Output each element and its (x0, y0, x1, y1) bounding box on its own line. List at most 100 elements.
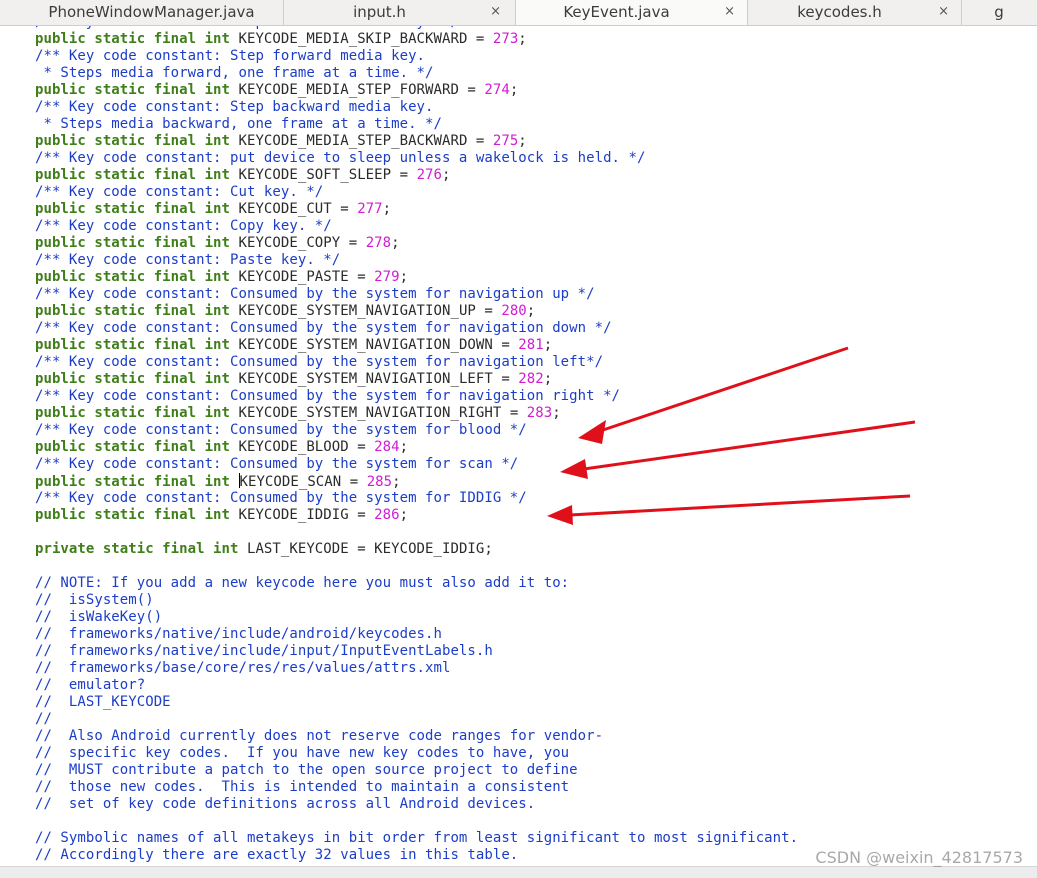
code-line[interactable]: /** Key code constant: Consumed by the s… (35, 320, 798, 337)
code-line[interactable]: public static final int KEYCODE_SYSTEM_N… (35, 303, 798, 320)
comment: /** Key code constant: Consumed by the s… (35, 354, 604, 370)
code-line[interactable]: // frameworks/native/include/input/Input… (35, 643, 798, 660)
number-literal: 277 (357, 201, 383, 217)
code-line[interactable]: // MUST contribute a patch to the open s… (35, 762, 798, 779)
code-line[interactable]: public static final int KEYCODE_BLOOD = … (35, 439, 798, 456)
code-line[interactable]: // isSystem() (35, 592, 798, 609)
code-line[interactable]: public static final int KEYCODE_COPY = 2… (35, 235, 798, 252)
comment: /** Key code constant: Consumed by the s… (35, 456, 519, 472)
comment: // frameworks/native/include/android/key… (35, 626, 442, 642)
code-line[interactable]: /** Key code constant: Step backward med… (35, 99, 798, 116)
comment: // MUST contribute a patch to the open s… (35, 762, 578, 778)
code-line[interactable] (35, 558, 798, 575)
code-line[interactable]: public static final int KEYCODE_MEDIA_ST… (35, 82, 798, 99)
code-line[interactable]: /** Key code constant: Copy key. */ (35, 218, 798, 235)
close-icon[interactable]: × (938, 4, 949, 20)
code-text: ; (382, 201, 392, 217)
code-line[interactable]: // frameworks/base/core/res/res/values/a… (35, 660, 798, 677)
code-text: ; (552, 405, 561, 421)
code-line[interactable]: // LAST_KEYCODE (35, 694, 798, 711)
code-text: KEYCODE_SYSTEM_NAVIGATION_RIGHT = (230, 405, 527, 421)
comment: /** Key code constant: Step backward med… (35, 99, 434, 115)
keyword: public static final int (35, 269, 231, 285)
code-line[interactable]: /** Key code constant: Consumed by the s… (35, 354, 798, 371)
code-line[interactable]: // (35, 711, 798, 728)
code-line[interactable]: // isWakeKey() (35, 609, 798, 626)
code-line[interactable]: public static final int KEYCODE_MEDIA_SK… (35, 31, 798, 48)
source-code[interactable]: /** Key code constant: Skip backward med… (35, 26, 798, 864)
code-editor[interactable]: /** Key code constant: Skip backward med… (0, 26, 1037, 866)
code-line[interactable]: public static final int KEYCODE_SYSTEM_N… (35, 371, 798, 388)
comment: /** Key code constant: put device to sle… (35, 150, 646, 166)
comment: // Accordingly there are exactly 32 valu… (35, 847, 519, 863)
number-literal: 276 (416, 167, 442, 183)
code-line[interactable]: // those new codes. This is intended to … (35, 779, 798, 796)
code-text: KEYCODE_IDDIG = (230, 507, 375, 523)
code-line[interactable]: /** Key code constant: Consumed by the s… (35, 286, 798, 303)
number-literal: 279 (374, 269, 400, 285)
code-text: KEYCODE_PASTE = (230, 269, 375, 285)
close-icon[interactable]: × (724, 4, 735, 20)
code-line[interactable]: /** Key code constant: Consumed by the s… (35, 388, 798, 405)
code-line[interactable]: // NOTE: If you add a new keycode here y… (35, 575, 798, 592)
code-line[interactable]: // frameworks/native/include/android/key… (35, 626, 798, 643)
close-icon[interactable]: × (490, 4, 501, 20)
keyword: public static final int (35, 439, 231, 455)
code-text: ; (399, 269, 409, 285)
code-line[interactable]: public static final int KEYCODE_PASTE = … (35, 269, 798, 286)
code-line[interactable]: /** Key code constant: Paste key. */ (35, 252, 798, 269)
comment: // Symbolic names of all metakeys in bit… (35, 830, 799, 846)
comment: // emulator? (35, 677, 146, 693)
keyword: public static final int (35, 371, 231, 387)
tab-phonewindowmanager[interactable]: PhoneWindowManager.java (0, 0, 284, 25)
code-line[interactable]: public static final int KEYCODE_SOFT_SLE… (35, 167, 798, 184)
code-line[interactable]: // emulator? (35, 677, 798, 694)
code-text: ; (518, 31, 527, 47)
comment: /** Key code constant: Consumed by the s… (35, 286, 595, 302)
code-line[interactable] (35, 524, 798, 541)
tab-overflow[interactable]: g (962, 0, 1037, 25)
comment: * Steps media backward, one frame at a t… (35, 116, 442, 132)
code-line[interactable]: /** Key code constant: Cut key. */ (35, 184, 798, 201)
code-text: ; (518, 133, 527, 149)
code-line[interactable]: /** Key code constant: Consumed by the s… (35, 456, 798, 473)
comment: // those new codes. This is intended to … (35, 779, 570, 795)
code-line[interactable]: public static final int KEYCODE_CUT = 27… (35, 201, 798, 218)
code-line[interactable]: public static final int KEYCODE_MEDIA_ST… (35, 133, 798, 150)
tab-label: PhoneWindowManager.java (48, 3, 255, 21)
code-text: KEYCODE_MEDIA_SKIP_BACKWARD = (230, 31, 493, 47)
code-text: KEYCODE_SCAN = (239, 474, 367, 490)
code-line[interactable]: /** Key code constant: Consumed by the s… (35, 490, 798, 507)
code-line[interactable] (35, 813, 798, 830)
code-line[interactable]: // Accordingly there are exactly 32 valu… (35, 847, 798, 864)
tab-keyevent-java[interactable]: KeyEvent.java × (516, 0, 748, 25)
code-line[interactable]: * Steps media forward, one frame at a ti… (35, 65, 798, 82)
code-line[interactable]: private static final int LAST_KEYCODE = … (35, 541, 798, 558)
code-line[interactable]: public static final int KEYCODE_SYSTEM_N… (35, 405, 798, 422)
keyword: private static final int (35, 541, 239, 557)
code-line[interactable]: public static final int KEYCODE_SYSTEM_N… (35, 337, 798, 354)
code-line[interactable]: public static final int KEYCODE_SCAN = 2… (35, 473, 798, 490)
tab-keycodes-h[interactable]: keycodes.h × (748, 0, 962, 25)
code-line[interactable]: /** Key code constant: Consumed by the s… (35, 422, 798, 439)
horizontal-scrollbar[interactable] (0, 866, 1037, 878)
comment: /** Key code constant: Paste key. */ (35, 252, 341, 268)
code-text: ; (543, 371, 553, 387)
comment: * Steps media forward, one frame at a ti… (35, 65, 434, 81)
keyword: public static final int (35, 507, 231, 523)
code-line[interactable]: /** Key code constant: Step forward medi… (35, 48, 798, 65)
comment: /** Key code constant: Consumed by the s… (35, 388, 621, 404)
comment: /** Key code constant: Consumed by the s… (35, 320, 612, 336)
code-text: ; (543, 337, 553, 353)
code-line[interactable]: // Symbolic names of all metakeys in bit… (35, 830, 798, 847)
code-line[interactable]: // specific key codes. If you have new k… (35, 745, 798, 762)
number-literal: 275 (492, 133, 519, 149)
code-line[interactable]: // Also Android currently does not reser… (35, 728, 798, 745)
comment: // isWakeKey() (35, 609, 163, 625)
tab-input-h[interactable]: input.h × (284, 0, 516, 25)
code-line[interactable]: public static final int KEYCODE_IDDIG = … (35, 507, 798, 524)
code-line[interactable]: /** Key code constant: put device to sle… (35, 150, 798, 167)
code-line[interactable]: // set of key code definitions across al… (35, 796, 798, 813)
code-line[interactable]: * Steps media backward, one frame at a t… (35, 116, 798, 133)
